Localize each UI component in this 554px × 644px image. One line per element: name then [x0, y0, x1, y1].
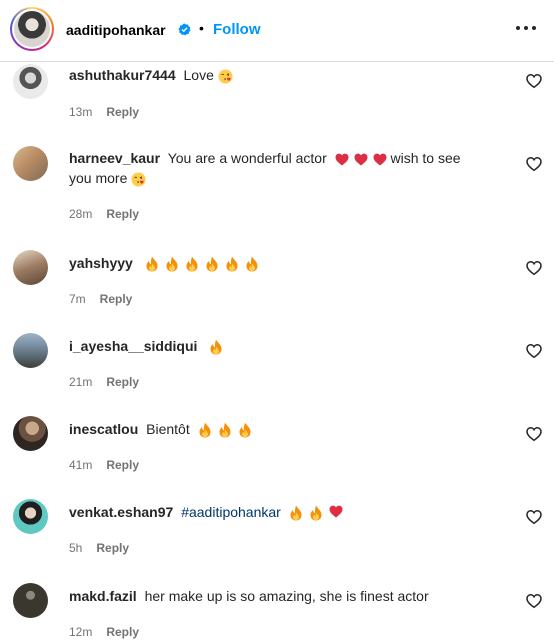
- post-header: aaditipohankar • Follow: [0, 0, 554, 62]
- comment-username[interactable]: i_ayesha__siddiqui: [69, 338, 197, 354]
- comment-body: Love: [183, 67, 214, 83]
- header-separator: •: [199, 20, 204, 36]
- reply-button[interactable]: Reply: [106, 458, 139, 472]
- comment-text: inescatlou Bientôt: [69, 419, 509, 439]
- red-heart-emoji: [373, 153, 387, 166]
- commenter-avatar[interactable]: [13, 416, 48, 451]
- more-options-icon[interactable]: [516, 18, 536, 38]
- comment-meta: 28m Reply: [69, 207, 139, 221]
- comment-username[interactable]: inescatlou: [69, 421, 138, 437]
- comment-time: 12m: [69, 625, 93, 639]
- header-username[interactable]: aaditipohankar: [66, 22, 166, 38]
- comment-body-cont: you more: [69, 170, 128, 186]
- comment-time: 5h: [69, 541, 83, 555]
- more-dot: [532, 26, 536, 30]
- face-blowing-kiss-emoji: [218, 69, 233, 84]
- comment-text: ashuthakur7444 Love: [69, 65, 509, 85]
- reply-button[interactable]: Reply: [106, 375, 139, 389]
- fire-emoji: [185, 256, 199, 272]
- fire-emoji: [225, 256, 239, 272]
- comment-username[interactable]: ashuthakur7444: [69, 67, 176, 83]
- avatar-inner: [12, 9, 52, 49]
- profile-picture: [14, 11, 50, 47]
- fire-emoji: [238, 422, 252, 438]
- reply-button[interactable]: Reply: [106, 207, 139, 221]
- fire-emoji: [198, 422, 212, 438]
- comment-username[interactable]: harneev_kaur: [69, 150, 160, 166]
- heart-outline-icon[interactable]: [526, 156, 542, 172]
- red-heart-emoji: [329, 505, 343, 518]
- heart-outline-icon[interactable]: [526, 426, 542, 442]
- profile-avatar[interactable]: [10, 7, 54, 51]
- reply-button[interactable]: Reply: [106, 105, 139, 119]
- comment-meta: 13m Reply: [69, 105, 139, 119]
- comment-time: 7m: [69, 292, 86, 306]
- fire-emoji: [218, 422, 232, 438]
- comment-time: 13m: [69, 105, 93, 119]
- commenter-avatar[interactable]: [13, 250, 48, 285]
- comment-meta: 41m Reply: [69, 458, 139, 472]
- commenter-avatar[interactable]: [13, 583, 48, 618]
- emoji-group: [335, 153, 387, 166]
- fire-emoji: [309, 505, 323, 521]
- comment-text: venkat.eshan97 #aaditipohankar: [69, 502, 509, 522]
- heart-outline-icon[interactable]: [526, 593, 542, 609]
- heart-outline-icon[interactable]: [526, 343, 542, 359]
- comment-username[interactable]: yahshyyy: [69, 255, 133, 271]
- commenter-avatar[interactable]: [13, 64, 48, 99]
- heart-outline-icon[interactable]: [526, 73, 542, 89]
- reply-button[interactable]: Reply: [106, 625, 139, 639]
- comment-time: 28m: [69, 207, 93, 221]
- emoji-group: [209, 339, 223, 355]
- fire-emoji: [289, 505, 303, 521]
- emoji-group: [198, 422, 252, 438]
- comment-mention[interactable]: #aaditipohankar: [181, 504, 281, 520]
- comment-meta: 21m Reply: [69, 375, 139, 389]
- red-heart-emoji: [354, 153, 368, 166]
- comment-time: 41m: [69, 458, 93, 472]
- heart-outline-icon[interactable]: [526, 260, 542, 276]
- commenter-avatar[interactable]: [13, 333, 48, 368]
- fire-emoji: [245, 256, 259, 272]
- reply-button[interactable]: Reply: [96, 541, 129, 555]
- commenter-avatar[interactable]: [13, 499, 48, 534]
- commenter-avatar[interactable]: [13, 146, 48, 181]
- comment-body-cont: wish to see: [390, 150, 461, 166]
- comment-meta: 12m Reply: [69, 625, 139, 639]
- comment-time: 21m: [69, 375, 93, 389]
- follow-button[interactable]: Follow: [213, 21, 261, 38]
- fire-emoji: [145, 256, 159, 272]
- fire-emoji: [209, 339, 223, 355]
- more-dot: [524, 26, 528, 30]
- comment-text: yahshyyy: [69, 253, 509, 273]
- comment-text: harneev_kaur You are a wonderful actor w…: [69, 148, 509, 188]
- comment-body: You are a wonderful actor: [167, 150, 327, 166]
- face-blowing-kiss-emoji: [131, 172, 146, 187]
- emoji-group: [145, 256, 259, 272]
- reply-button[interactable]: Reply: [100, 292, 133, 306]
- comment-meta: 5h Reply: [69, 541, 129, 555]
- emoji-group: [289, 505, 343, 521]
- red-heart-emoji: [335, 153, 349, 166]
- comments-list[interactable]: ashuthakur7444 Love 13m Reply harneev_ka…: [0, 62, 554, 644]
- more-dot: [516, 26, 520, 30]
- comment-meta: 7m Reply: [69, 292, 132, 306]
- comment-text: makd.fazil her make up is so amazing, sh…: [69, 586, 509, 606]
- comment-username[interactable]: venkat.eshan97: [69, 504, 173, 520]
- heart-outline-icon[interactable]: [526, 509, 542, 525]
- comment-body: Bientôt: [146, 421, 190, 437]
- verified-badge-icon: [178, 23, 191, 36]
- fire-emoji: [165, 256, 179, 272]
- fire-emoji: [205, 256, 219, 272]
- comment-body: her make up is so amazing, she is finest…: [144, 588, 429, 604]
- comment-text: i_ayesha__siddiqui: [69, 336, 509, 356]
- comment-username[interactable]: makd.fazil: [69, 588, 137, 604]
